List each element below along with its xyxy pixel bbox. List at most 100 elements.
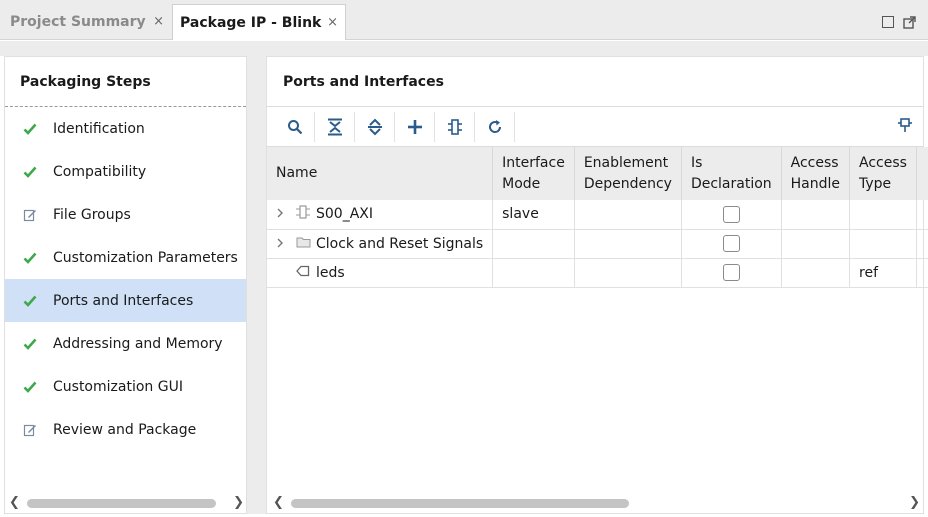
chevron-right-icon[interactable] (276, 237, 296, 251)
scroll-thumb[interactable] (291, 499, 629, 508)
access-type-cell: ref (849, 258, 917, 288)
is-declaration-cell (681, 200, 782, 230)
step-label: Identification (53, 120, 145, 137)
check-icon (23, 381, 53, 393)
tab-project-summary[interactable]: Project Summary × (0, 4, 171, 40)
step-item[interactable]: Customization GUI (5, 365, 246, 408)
step-item[interactable]: Review and Package (5, 408, 246, 451)
editor-tab-bar: Project Summary × Package IP - Blink × (0, 0, 928, 40)
enablement-dependency-cell (574, 229, 682, 259)
step-label: Customization Parameters (53, 249, 238, 266)
close-icon[interactable]: × (153, 14, 164, 29)
step-item[interactable]: Ports and Interfaces (5, 279, 246, 322)
name-cell: Clock and Reset Signals (267, 229, 494, 259)
access-handle-cell (781, 229, 851, 259)
column-header[interactable]: Name (267, 147, 494, 200)
tab-label: Package IP - Blink (180, 14, 322, 31)
pin-icon[interactable] (897, 117, 913, 137)
collapse-all-icon[interactable] (315, 111, 355, 142)
column-header[interactable]: Access Handle (781, 147, 851, 200)
check-icon (23, 123, 53, 135)
name-cell: leds (267, 258, 494, 288)
scroll-right-icon[interactable]: ❯ (233, 495, 244, 510)
access-handle-cell (781, 258, 851, 288)
interface-icon (296, 205, 316, 223)
chevron-right-icon[interactable] (276, 207, 296, 221)
access-type-cell (849, 229, 917, 259)
step-label: Review and Package (53, 421, 197, 438)
filler-cell (916, 229, 928, 259)
step-label: Ports and Interfaces (53, 292, 194, 309)
scroll-left-icon[interactable]: ❮ (273, 495, 284, 510)
folder-icon (296, 236, 316, 252)
horizontal-scrollbar[interactable]: ❮ ❯ (269, 495, 923, 511)
ports-table: Name Interface Mode Enablement Dependency I… (267, 147, 928, 288)
interface-mode-cell: slave (492, 200, 575, 230)
splitter[interactable] (247, 56, 266, 514)
enablement-dependency-cell (574, 258, 682, 288)
search-icon[interactable] (275, 111, 315, 142)
check-icon (23, 338, 53, 350)
row-name: Clock and Reset Signals (316, 235, 484, 252)
step-item[interactable]: Customization Parameters (5, 236, 246, 279)
column-header[interactable]: Access Type (849, 147, 917, 200)
interface-mode-cell (492, 258, 575, 288)
column-header[interactable]: Interface Mode (492, 147, 575, 200)
check-icon (23, 166, 53, 178)
table-row[interactable]: S00_AXI slave (267, 200, 928, 230)
column-header (916, 147, 928, 200)
panel-title: Packaging Steps (5, 57, 246, 107)
step-label: Compatibility (53, 163, 147, 180)
is-declaration-checkbox[interactable] (722, 235, 740, 252)
edit-icon (23, 208, 53, 222)
enablement-dependency-cell (574, 200, 682, 230)
scroll-right-icon[interactable]: ❯ (909, 495, 920, 510)
table-row[interactable]: Clock and Reset Signals (267, 229, 928, 259)
step-item[interactable]: File Groups (5, 193, 246, 236)
row-name: leds (316, 264, 345, 281)
port-icon (296, 265, 316, 281)
horizontal-scrollbar[interactable]: ❮ ❯ (7, 495, 246, 511)
column-header[interactable]: Enablement Dependency (574, 147, 682, 200)
panel-title: Ports and Interfaces (267, 57, 923, 107)
divider (0, 41, 928, 56)
is-declaration-checkbox[interactable] (722, 264, 740, 281)
step-label: File Groups (53, 206, 131, 223)
filler-cell (916, 200, 928, 230)
name-cell: S00_AXI (267, 200, 494, 230)
packaging-steps-panel: Packaging Steps Identification Compatibil… (4, 56, 247, 514)
close-icon[interactable]: × (327, 15, 338, 30)
is-declaration-checkbox[interactable] (722, 205, 740, 223)
step-item[interactable]: Addressing and Memory (5, 322, 246, 365)
float-window-icon[interactable] (903, 16, 916, 29)
check-icon (23, 295, 53, 307)
filler-cell (916, 258, 928, 288)
check-icon (23, 252, 53, 264)
toolbar (267, 107, 923, 147)
maximize-icon[interactable] (882, 16, 894, 28)
interface-mode-cell (492, 229, 575, 259)
row-name: S00_AXI (316, 206, 373, 223)
table-header-row: Name Interface Mode Enablement Dependency I… (267, 147, 928, 200)
ports-interfaces-panel: Ports and Interfaces Name Interface Mode E… (266, 56, 928, 514)
refresh-icon[interactable] (475, 111, 515, 142)
scroll-thumb[interactable] (27, 499, 216, 508)
step-item[interactable]: Identification (5, 107, 246, 150)
tab-package-ip[interactable]: Package IP - Blink × (172, 4, 346, 40)
step-label: Addressing and Memory (53, 335, 223, 352)
auto-infer-icon[interactable] (435, 111, 475, 142)
is-declaration-cell (681, 229, 782, 259)
is-declaration-cell (681, 258, 782, 288)
column-header[interactable]: Is Declaration (681, 147, 782, 200)
table-row[interactable]: leds ref (267, 258, 928, 288)
steps-list: Identification Compatibility File Groups Cu… (5, 107, 246, 451)
tab-label: Project Summary (10, 14, 146, 30)
access-handle-cell (781, 200, 851, 230)
add-icon[interactable] (395, 111, 435, 142)
step-item[interactable]: Compatibility (5, 150, 246, 193)
access-type-cell (849, 200, 917, 230)
scroll-left-icon[interactable]: ❮ (9, 495, 20, 510)
step-label: Customization GUI (53, 378, 183, 395)
expand-all-icon[interactable] (355, 111, 395, 142)
edit-icon (23, 423, 53, 437)
